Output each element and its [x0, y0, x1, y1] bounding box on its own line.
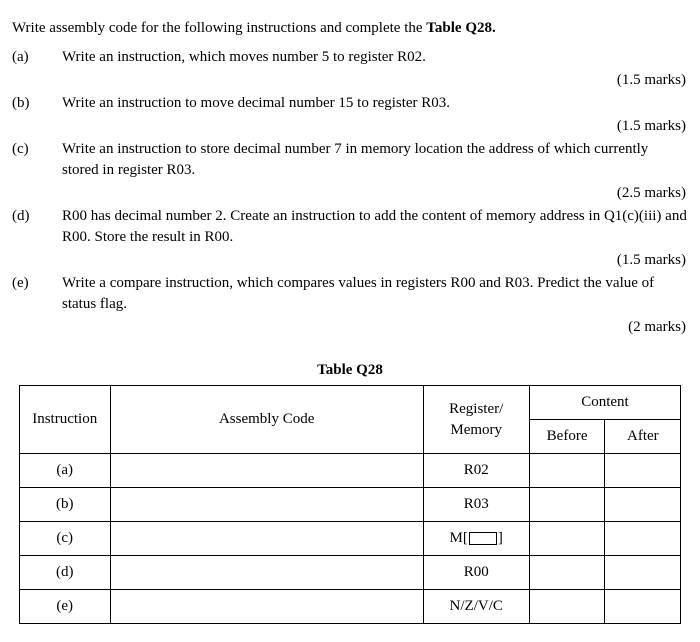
- intro-bold: Table Q28.: [426, 20, 495, 36]
- cell-before: [529, 590, 605, 624]
- question-a-label: (a): [12, 47, 62, 68]
- cell-after: [605, 590, 681, 624]
- table-row: (c) M[]: [19, 522, 680, 556]
- cell-before: [529, 556, 605, 590]
- cell-instr: (e): [19, 590, 110, 624]
- question-d: (d) R00 has decimal number 2. Create an …: [12, 206, 688, 248]
- intro-text: Write assembly code for the following in…: [12, 18, 688, 39]
- table-q28: Table Q28 Instruction Assembly Code Regi…: [12, 360, 688, 624]
- mem-suffix: ]: [498, 530, 503, 546]
- cell-after: [605, 556, 681, 590]
- question-d-marks: (1.5 marks): [12, 250, 688, 271]
- question-a: (a) Write an instruction, which moves nu…: [12, 47, 688, 68]
- question-b-marks: (1.5 marks): [12, 116, 688, 137]
- cell-regmem: N/Z/V/C: [423, 590, 529, 624]
- cell-after: [605, 488, 681, 522]
- cell-instr: (b): [19, 488, 110, 522]
- question-c-text: Write an instruction to store decimal nu…: [62, 139, 688, 181]
- cell-instr: (c): [19, 522, 110, 556]
- table-row: (e) N/Z/V/C: [19, 590, 680, 624]
- header-register-memory: Register/ Memory: [423, 386, 529, 454]
- header-after: After: [605, 420, 681, 454]
- question-a-marks: (1.5 marks): [12, 70, 688, 91]
- cell-asm: [110, 454, 423, 488]
- question-b: (b) Write an instruction to move decimal…: [12, 93, 688, 114]
- table-row: (b) R03: [19, 488, 680, 522]
- header-content: Content: [529, 386, 681, 420]
- question-c-label: (c): [12, 139, 62, 181]
- cell-regmem: R00: [423, 556, 529, 590]
- question-c: (c) Write an instruction to store decima…: [12, 139, 688, 181]
- cell-asm: [110, 488, 423, 522]
- question-c-marks: (2.5 marks): [12, 183, 688, 204]
- table-header-row: Instruction Assembly Code Register/ Memo…: [19, 386, 680, 420]
- answer-table: Instruction Assembly Code Register/ Memo…: [19, 385, 681, 624]
- cell-before: [529, 488, 605, 522]
- question-e: (e) Write a compare instruction, which c…: [12, 273, 688, 315]
- cell-asm: [110, 522, 423, 556]
- cell-regmem: R02: [423, 454, 529, 488]
- cell-after: [605, 454, 681, 488]
- question-e-label: (e): [12, 273, 62, 315]
- question-b-text: Write an instruction to move decimal num…: [62, 93, 688, 114]
- question-a-text: Write an instruction, which moves number…: [62, 47, 688, 68]
- question-d-text: R00 has decimal number 2. Create an inst…: [62, 206, 688, 248]
- cell-after: [605, 522, 681, 556]
- intro-plain: Write assembly code for the following in…: [12, 20, 426, 36]
- table-row: (d) R00: [19, 556, 680, 590]
- header-instruction: Instruction: [19, 386, 110, 454]
- question-e-marks: (2 marks): [12, 317, 688, 338]
- cell-before: [529, 522, 605, 556]
- header-assembly-code: Assembly Code: [110, 386, 423, 454]
- cell-regmem: R03: [423, 488, 529, 522]
- table-title: Table Q28: [12, 360, 688, 381]
- cell-asm: [110, 556, 423, 590]
- question-d-label: (d): [12, 206, 62, 248]
- question-e-text: Write a compare instruction, which compa…: [62, 273, 688, 315]
- cell-instr: (d): [19, 556, 110, 590]
- cell-regmem-mem: M[]: [423, 522, 529, 556]
- cell-instr: (a): [19, 454, 110, 488]
- cell-asm: [110, 590, 423, 624]
- mem-box-icon: [469, 532, 497, 545]
- question-b-label: (b): [12, 93, 62, 114]
- header-before: Before: [529, 420, 605, 454]
- cell-before: [529, 454, 605, 488]
- table-row: (a) R02: [19, 454, 680, 488]
- mem-prefix: M[: [450, 530, 468, 546]
